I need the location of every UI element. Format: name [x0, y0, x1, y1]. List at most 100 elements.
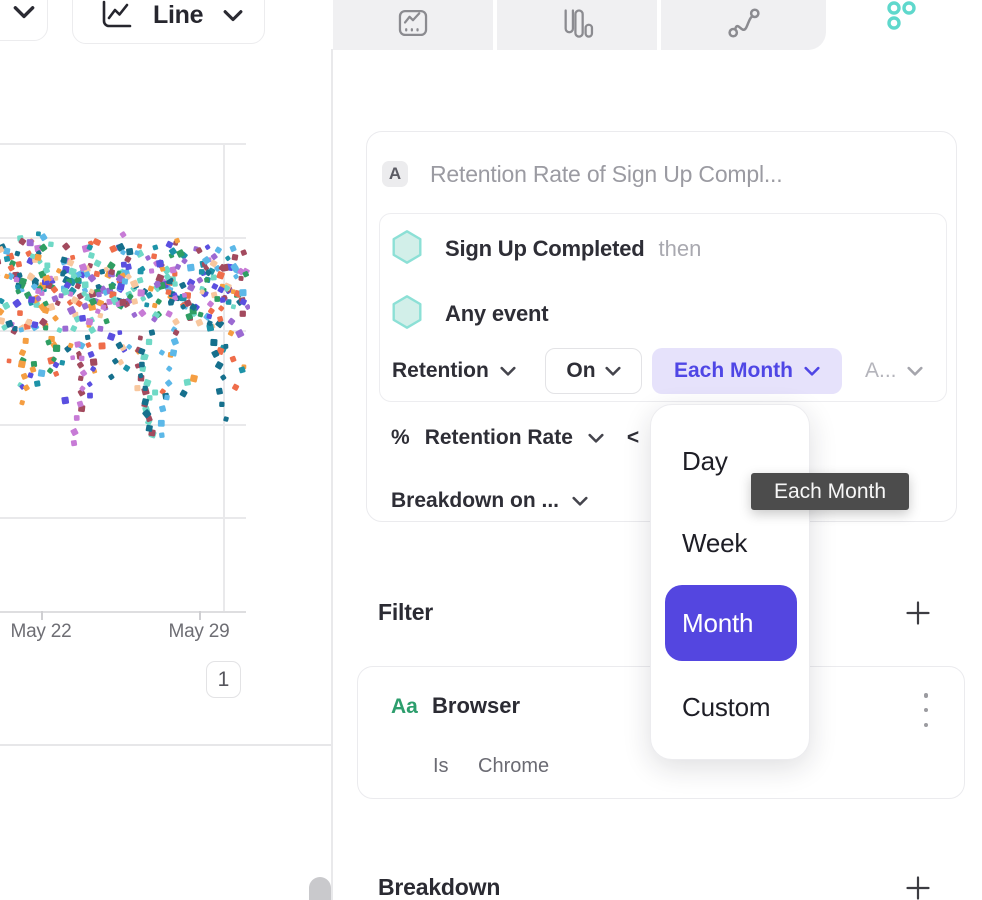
- retention-dropdown[interactable]: Retention: [392, 348, 516, 394]
- scatter-point: [240, 311, 246, 317]
- scatter-point: [216, 271, 225, 280]
- chart-type-button[interactable]: Line: [72, 0, 265, 44]
- scatter-point: [152, 389, 158, 395]
- menu-item-month[interactable]: Month: [665, 585, 797, 661]
- filter-value[interactable]: Chrome: [478, 755, 549, 778]
- scatter-point: [142, 386, 148, 392]
- breakdown-on-dropdown[interactable]: Breakdown on ...: [391, 487, 588, 515]
- scatter-point: [14, 277, 19, 282]
- aggregate-dropdown[interactable]: A...: [865, 348, 923, 394]
- scatter-point: [240, 249, 247, 256]
- tab-insights[interactable]: [333, 0, 493, 50]
- scatter-point: [62, 326, 68, 332]
- scatter-point: [108, 373, 115, 380]
- scatter-point: [152, 303, 158, 309]
- scatter-point: [28, 296, 35, 303]
- scatter-point: [86, 381, 93, 388]
- scatter-point: [172, 281, 178, 287]
- scatter-point: [215, 361, 224, 370]
- bar-chart-icon: [560, 6, 594, 45]
- event-row[interactable]: Any event: [380, 293, 548, 335]
- measure-label: Retention Rate: [425, 426, 573, 450]
- menu-item-week[interactable]: Week: [651, 523, 809, 563]
- menu-item-custom[interactable]: Custom: [651, 687, 809, 727]
- event-row[interactable]: Sign Up Completed then: [380, 228, 701, 270]
- scatter-point: [17, 310, 23, 316]
- horizontal-divider: [0, 744, 331, 746]
- pagination-badge[interactable]: 1: [206, 661, 241, 698]
- scatter-point: [223, 416, 229, 422]
- filter-property-name[interactable]: Browser: [432, 693, 520, 719]
- scatter-point: [12, 298, 22, 308]
- scatter-point: [62, 242, 71, 251]
- scatter-point: [119, 231, 127, 239]
- scatter-point: [195, 318, 203, 326]
- scatter-point: [232, 383, 240, 391]
- aggregate-label: A...: [865, 359, 897, 383]
- scatter-point: [7, 358, 12, 363]
- filter-operator[interactable]: Is: [433, 755, 449, 778]
- query-title-input[interactable]: Retention Rate of Sign Up Compl...: [430, 156, 782, 192]
- event-name[interactable]: Sign Up Completed: [445, 236, 645, 262]
- scatter-point: [107, 332, 116, 341]
- scatter-point: [170, 349, 178, 357]
- scatter-point: [139, 362, 145, 368]
- scatter-point: [181, 257, 188, 264]
- scatter-point: [159, 432, 165, 438]
- scatter-point: [53, 345, 60, 352]
- scatter-point: [165, 310, 173, 318]
- scatter-point: [183, 378, 191, 386]
- scatter-point: [87, 393, 93, 399]
- scatter-layer: [0, 140, 250, 618]
- scatter-point: [138, 335, 143, 340]
- scatter-point: [53, 371, 60, 378]
- measure-dropdown[interactable]: % Retention Rate <: [391, 424, 639, 452]
- scatter-point: [45, 280, 50, 285]
- plus-icon: [904, 874, 932, 900]
- scatter-point: [52, 315, 59, 322]
- tab-retention-icon[interactable]: [886, 1, 920, 38]
- interval-dropdown-trigger[interactable]: Each Month: [652, 348, 842, 394]
- scatter-point: [149, 329, 156, 336]
- on-dropdown[interactable]: On: [545, 348, 642, 394]
- collapsed-dropdown-button[interactable]: [0, 0, 48, 41]
- scatter-point: [4, 256, 11, 263]
- scatter-point: [48, 241, 54, 247]
- scatter-point: [77, 361, 85, 369]
- kebab-menu-icon[interactable]: [920, 693, 932, 727]
- measure-suffix: <: [627, 426, 639, 450]
- chevron-down-icon: [500, 366, 516, 377]
- scatter-point: [227, 317, 235, 325]
- scatter-point: [36, 231, 41, 236]
- scatter-point: [0, 259, 1, 265]
- add-filter-button[interactable]: [903, 598, 933, 628]
- tab-flows[interactable]: [661, 0, 826, 50]
- add-breakdown-button[interactable]: [903, 873, 933, 900]
- scatter-point: [231, 304, 237, 310]
- scatter-point: [225, 255, 231, 261]
- event-name[interactable]: Any event: [445, 301, 548, 327]
- scatter-point: [216, 388, 223, 395]
- scatter-point: [137, 289, 145, 297]
- chart-type-label: Line: [153, 0, 203, 33]
- scatter-point: [149, 268, 155, 274]
- scatter-point: [112, 357, 120, 365]
- scatter-point: [123, 364, 131, 372]
- scrollbar-thumb[interactable]: [309, 877, 331, 900]
- scatter-point: [229, 245, 237, 253]
- hexagon-event-icon: [391, 294, 423, 335]
- chevron-down-icon: [13, 5, 35, 20]
- scatter-point: [199, 269, 205, 275]
- filter-heading: Filter: [378, 599, 433, 626]
- scatter-point: [82, 281, 89, 288]
- scatter-point: [27, 372, 34, 379]
- tab-bars[interactable]: [497, 0, 657, 50]
- tooltip: Each Month: [751, 473, 909, 510]
- scatter-point: [96, 292, 102, 298]
- scatter-point: [190, 374, 199, 383]
- scatter-point: [100, 304, 106, 310]
- chevron-down-icon: [907, 366, 923, 377]
- scatter-point: [61, 396, 69, 404]
- scatter-point: [211, 274, 217, 280]
- scatter-point: [70, 325, 78, 333]
